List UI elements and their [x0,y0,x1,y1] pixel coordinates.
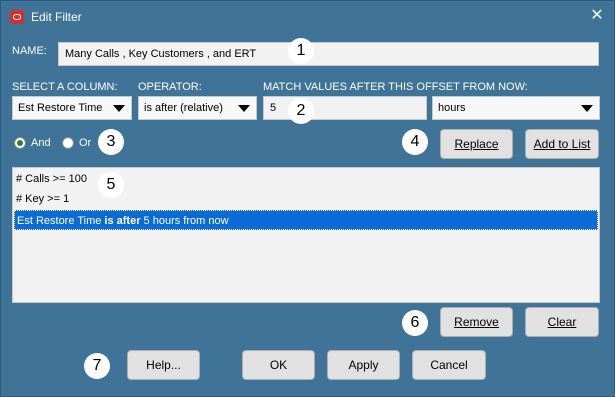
operator-select-value: is after (relative) [144,102,223,114]
operator-select[interactable]: is after (relative) [138,96,257,120]
or-radio[interactable] [62,137,74,149]
remove-button[interactable]: Remove [440,307,513,337]
name-label: NAME: [12,45,47,57]
callout-badge-7: 7 [84,353,110,379]
list-item-operator: is after [104,215,141,227]
list-item-column: Est Restore Time [17,215,105,227]
callout-badge-1: 1 [288,38,314,64]
list-item-value: 5 hours from now [140,215,229,227]
offset-unit-select[interactable]: hours [432,96,600,120]
clear-button[interactable]: Clear [525,307,599,337]
column-select[interactable]: Est Restore Time [12,96,132,120]
replace-button-label: Replace [454,137,499,151]
callout-badge-3: 3 [98,129,124,155]
window-title: Edit Filter [31,10,82,24]
name-field[interactable]: Many Calls , Key Customers , and ERT [58,42,599,66]
close-icon[interactable]: ✕ [586,5,608,27]
add-to-list-button[interactable]: Add to List [525,129,599,159]
oracle-app-icon [10,10,24,24]
and-radio-label[interactable]: And [31,137,51,149]
column-label: SELECT A COLUMN: [12,81,118,93]
chevron-down-icon [581,105,593,112]
offset-unit-value: hours [438,102,466,114]
replace-button[interactable]: Replace [440,129,513,159]
edit-filter-dialog: Edit Filter ✕ NAME: Many Calls , Key Cus… [0,0,615,397]
cancel-button[interactable]: Cancel [412,350,486,380]
callout-badge-2: 2 [288,98,314,124]
clear-button-label: Clear [547,315,577,329]
add-to-list-button-label: Add to List [533,137,591,151]
or-radio-label[interactable]: Or [79,137,91,149]
and-radio[interactable] [14,137,26,149]
apply-button[interactable]: Apply [327,350,400,380]
callout-badge-5: 5 [98,172,124,198]
ok-button[interactable]: OK [242,350,315,380]
help-button[interactable]: Help... [127,350,200,380]
callout-badge-6: 6 [402,310,428,336]
match-label: MATCH VALUES AFTER THIS OFFSET FROM NOW: [263,81,528,93]
callout-badge-4: 4 [402,129,428,155]
chevron-down-icon [238,105,250,112]
column-select-value: Est Restore Time [18,102,103,114]
operator-label: OPERATOR: [138,81,202,93]
remove-button-label: Remove [454,315,499,329]
title-bar: Edit Filter ✕ [1,1,614,33]
list-item-selected[interactable]: Est Restore Time is after 5 hours from n… [14,210,598,230]
chevron-down-icon [113,105,125,112]
